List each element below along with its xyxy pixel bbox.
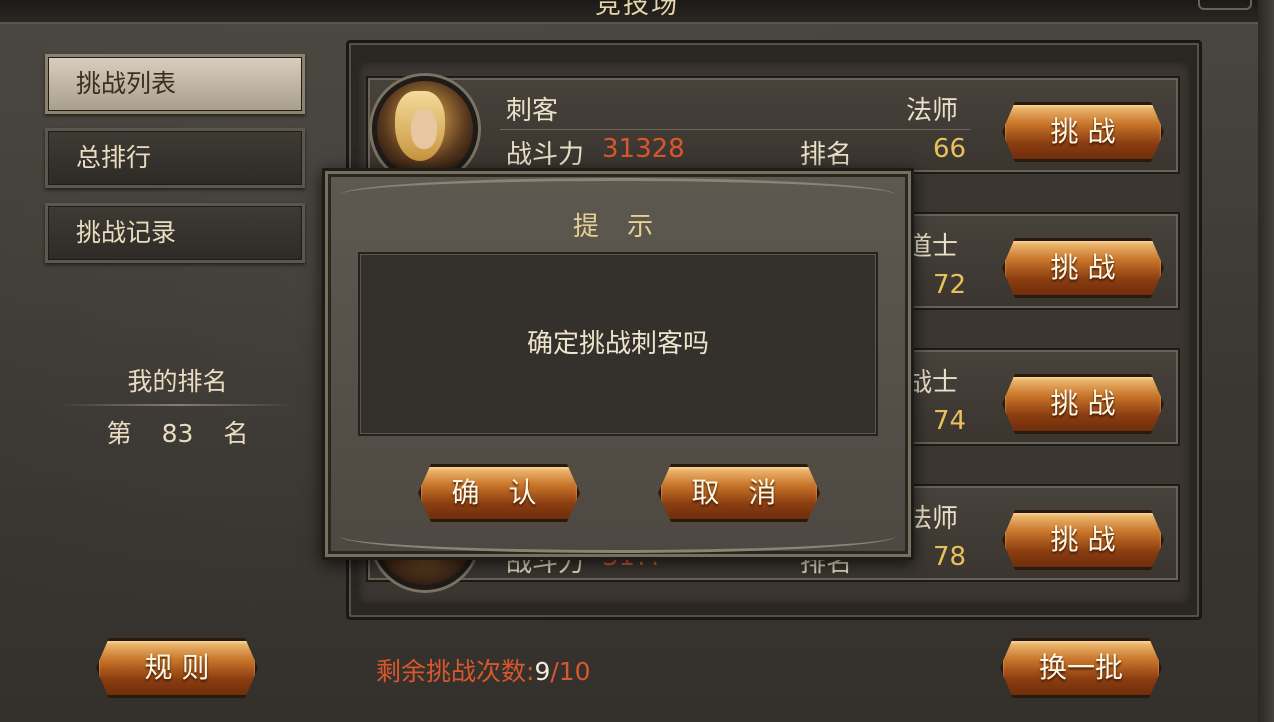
opponent-class: 法师 [906,96,959,126]
remaining-current: 9 [534,657,551,686]
tab-challenge-record[interactable]: 挑战记录 [45,203,305,263]
face-shape [411,109,437,149]
power-label: 战斗力 [506,140,585,170]
close-button-frame[interactable] [1198,0,1252,10]
rank-value: 66 [933,134,967,164]
dialog-title: 提 示 [572,212,664,242]
opponent-name: 刺客 [506,96,559,126]
page-title: 竞技场 [594,0,679,20]
avatar [372,76,478,182]
rank-value: 72 [933,270,967,300]
challenge-button[interactable]: 挑 战 [1002,238,1164,298]
rank-value: 78 [933,542,967,572]
rank-value: 74 [933,406,967,436]
remaining-total: /10 [550,657,591,686]
rules-button[interactable]: 规 则 [96,638,258,698]
remaining-challenges: 剩余挑战次数:9/10 [376,652,591,688]
cancel-button[interactable]: 取 消 [658,464,820,522]
confirm-button[interactable]: 确 认 [418,464,580,522]
challenge-button[interactable]: 挑 战 [1002,374,1164,434]
right-edge-decoration [1258,0,1274,722]
my-rank-title: 我的排名 [127,367,228,396]
divider [500,129,970,130]
remaining-label: 剩余挑战次数: [376,657,535,686]
tab-total-ranking[interactable]: 总排行 [45,128,305,188]
power-value: 31328 [602,134,685,164]
divider [60,404,295,406]
rank-label: 排名 [800,140,853,170]
challenge-button[interactable]: 挑 战 [1002,510,1164,570]
dialog-message: 确定挑战刺客吗 [358,252,878,436]
refresh-batch-button[interactable]: 换一批 [1000,638,1162,698]
challenge-button[interactable]: 挑 战 [1002,102,1164,162]
my-rank-value: 第 83 名 [106,419,249,448]
tab-challenge-list[interactable]: 挑战列表 [45,54,305,114]
